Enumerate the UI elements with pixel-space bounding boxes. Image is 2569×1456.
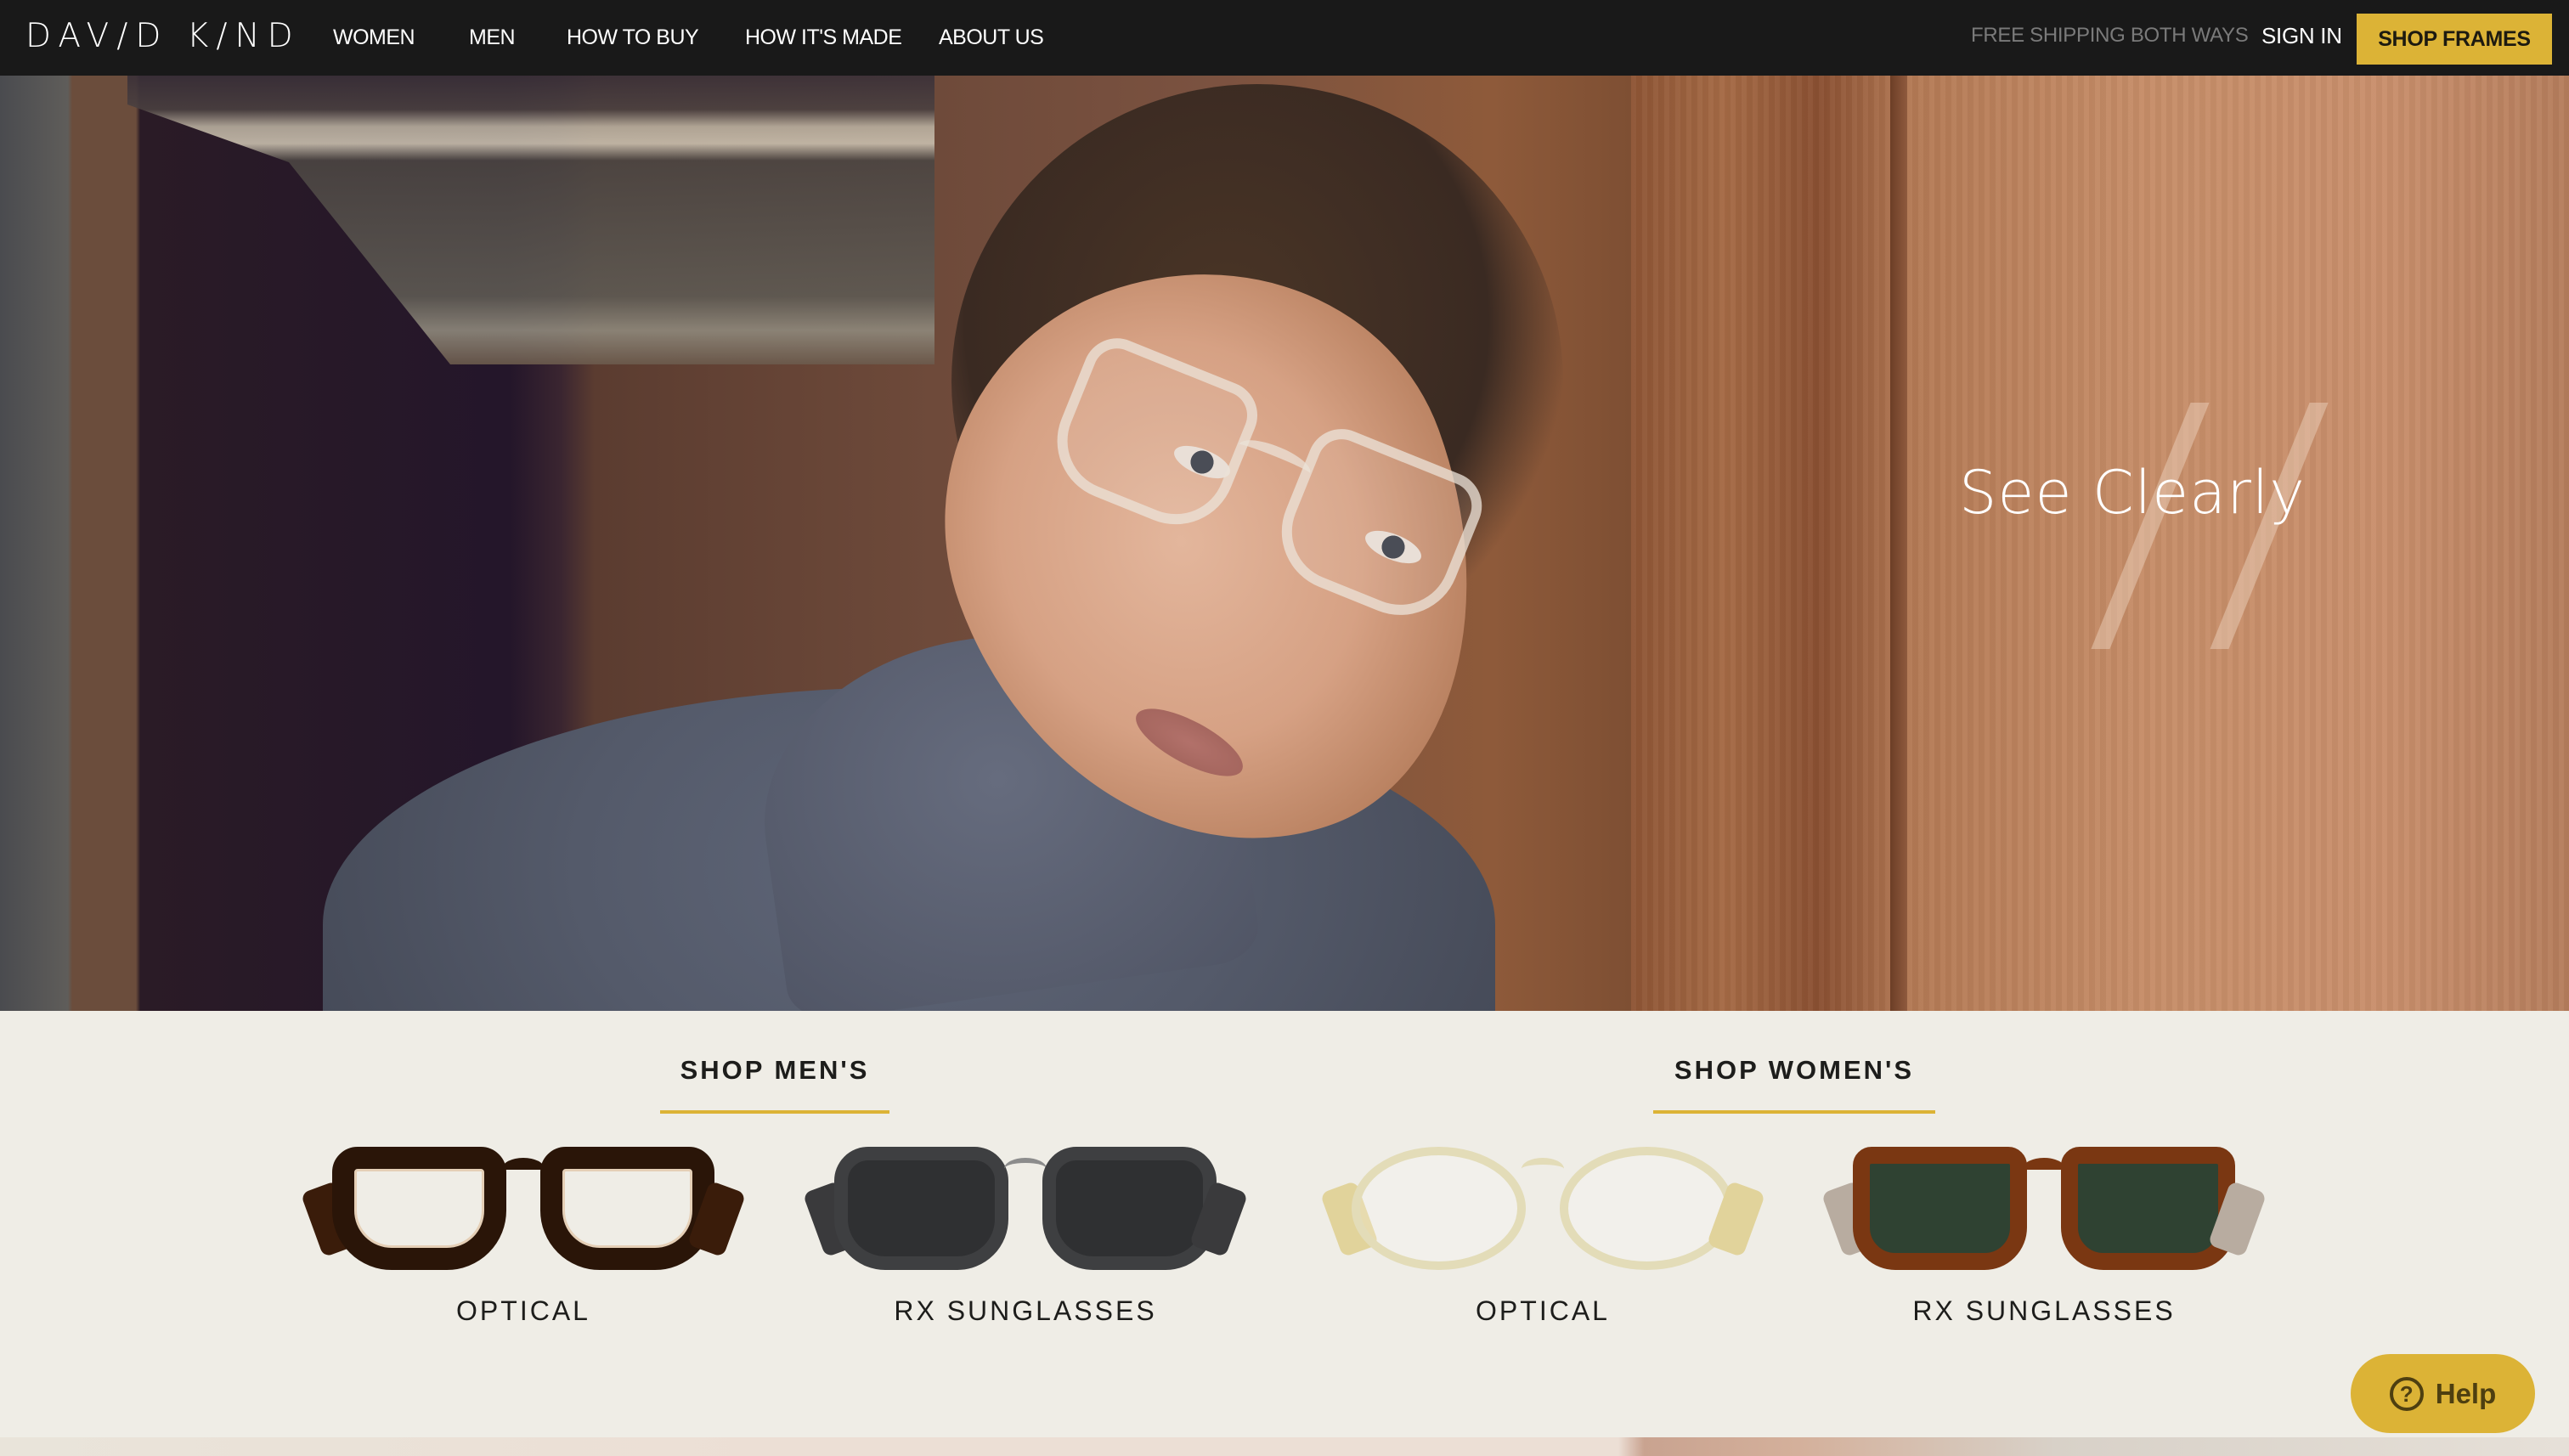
shop-womens-underline: [1653, 1110, 1935, 1114]
nav-item-women[interactable]: WOMEN: [333, 25, 415, 50]
shop-mens-heading[interactable]: SHOP MEN'S: [660, 1055, 889, 1086]
frame-rim: [834, 1147, 1008, 1270]
frame-rim: [1352, 1147, 1526, 1270]
frame-bridge: [1004, 1158, 1047, 1180]
mens-optical-tile[interactable]: OPTICAL: [285, 1126, 761, 1380]
nav-label: MEN: [469, 25, 516, 49]
site-header: DAV/D K/ND WOMEN MEN HOW TO BUY HOW IT'S…: [0, 0, 2569, 76]
frame-rim: [2061, 1147, 2235, 1270]
frame-rim: [540, 1147, 714, 1270]
frame-bridge: [2023, 1158, 2065, 1180]
sign-in-link[interactable]: SIGN IN: [2261, 23, 2342, 49]
hero-bg-wood-edge: [1890, 76, 1907, 1011]
nav-label: WOMEN: [333, 25, 415, 49]
free-shipping-promo: FREE SHIPPING BOTH WAYS: [1971, 24, 2249, 47]
shop-mens-underline: [660, 1110, 889, 1114]
frame-rim: [1560, 1147, 1734, 1270]
clear-optical-frames-image: [1319, 1134, 1766, 1274]
logo[interactable]: DAV/D K/ND: [25, 19, 301, 54]
nav-item-about-us[interactable]: ABOUT US: [939, 25, 1044, 50]
help-label: Help: [2435, 1377, 2497, 1409]
nav-item-how-its-made[interactable]: HOW IT'S MADE: [745, 25, 902, 50]
nav-label: HOW IT'S MADE: [745, 25, 902, 49]
grey-sunglasses-image: [802, 1134, 1249, 1274]
frame-rim: [332, 1147, 506, 1270]
womens-optical-tile[interactable]: OPTICAL: [1305, 1126, 1781, 1380]
hero-title: See Clearly: [1959, 458, 2306, 528]
help-button[interactable]: ? Help: [2351, 1354, 2535, 1433]
question-circle-icon: ?: [2389, 1376, 2424, 1411]
nav-label: ABOUT US: [939, 25, 1044, 49]
tile-label: RX SUNGLASSES: [894, 1295, 1157, 1326]
hero-banner: See Clearly: [0, 76, 2569, 1011]
nav-label: HOW TO BUY: [567, 25, 699, 49]
nav-item-men[interactable]: MEN: [469, 25, 516, 50]
shop-categories: SHOP MEN'S SHOP WOMEN'S OPTICAL RX SUNGL…: [0, 1011, 2569, 1437]
next-section-image-peek: [0, 1437, 2569, 1456]
frame-bridge: [1522, 1158, 1564, 1180]
womens-rx-sunglasses-tile[interactable]: RX SUNGLASSES: [1806, 1126, 2282, 1380]
shop-womens-heading[interactable]: SHOP WOMEN'S: [1653, 1055, 1935, 1086]
frame-bridge: [502, 1158, 545, 1180]
shop-frames-button[interactable]: SHOP FRAMES: [2357, 14, 2552, 65]
nav-item-how-to-buy[interactable]: HOW TO BUY: [567, 25, 699, 50]
tortoise-sunglasses-image: [1821, 1134, 2267, 1274]
frame-rim: [1042, 1147, 1217, 1270]
tile-label: RX SUNGLASSES: [1912, 1295, 2176, 1326]
tortoise-optical-frames-image: [300, 1134, 747, 1274]
tile-label: OPTICAL: [456, 1295, 590, 1326]
hero-bg-wood-panel: [1631, 76, 2569, 1011]
frame-rim: [1853, 1147, 2027, 1270]
tile-label: OPTICAL: [1476, 1295, 1610, 1326]
mens-rx-sunglasses-tile[interactable]: RX SUNGLASSES: [788, 1126, 1263, 1380]
